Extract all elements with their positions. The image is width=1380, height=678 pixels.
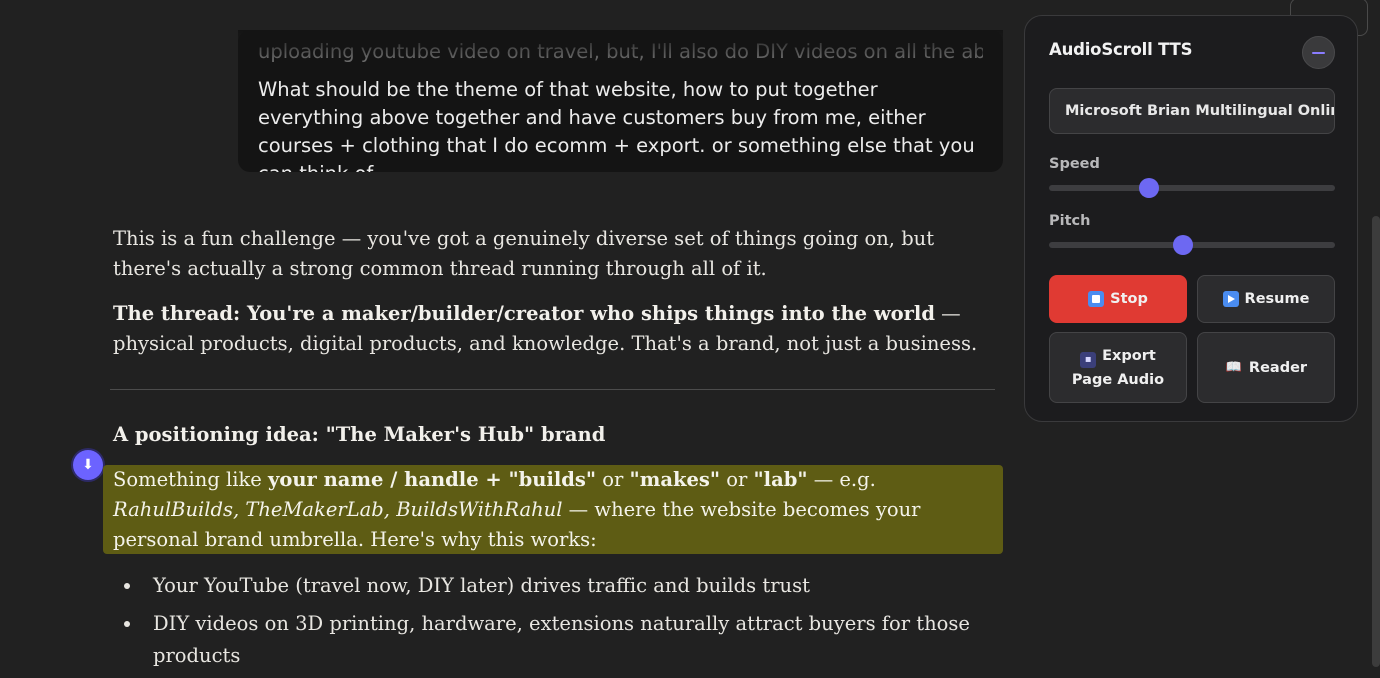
response-intro: This is a fun challenge — you've got a g… [113, 227, 935, 280]
minus-icon [1312, 51, 1325, 54]
reasons-list: Your YouTube (travel now, DIY later) dri… [113, 570, 993, 678]
hl-text: or [720, 468, 754, 491]
user-message-bubble: uploading youtube video on travel, but, … [238, 30, 1003, 172]
page-scrollbar[interactable] [1372, 216, 1380, 667]
resume-button[interactable]: Resume [1197, 275, 1335, 323]
play-icon [1222, 291, 1239, 307]
hl-text: Something like [113, 468, 269, 491]
hl-italic-examples: RahulBuilds, TheMakerLab, BuildsWithRahu… [113, 498, 563, 521]
user-message-text: What should be the theme of that website… [258, 78, 975, 172]
list-item: DIY videos on 3D printing, hardware, ext… [124, 608, 993, 672]
thread-bold-text: The thread: You're a maker/builder/creat… [113, 302, 935, 325]
section-heading: A positioning idea: "The Maker's Hub" br… [113, 423, 606, 446]
voice-select[interactable]: Microsoft Brian Multilingual Online (Nat… [1049, 88, 1335, 134]
export-page-audio-button[interactable]: ▪ Export Page Audio [1049, 332, 1187, 403]
pitch-label: Pitch [1049, 213, 1091, 229]
floppy-disk-icon: ▪ [1080, 351, 1097, 368]
speed-slider[interactable] [1049, 178, 1335, 198]
list-item: Your YouTube (travel now, DIY later) dri… [124, 570, 993, 602]
minimize-button[interactable] [1302, 36, 1335, 69]
book-icon: 📖 [1225, 359, 1243, 375]
hl-bold-name: your name / handle + "builds" [268, 468, 597, 491]
section-divider [110, 389, 995, 390]
hl-text: — e.g. [807, 468, 876, 491]
hl-bold-lab: "lab" [753, 468, 808, 491]
stop-icon [1088, 291, 1105, 307]
stop-button-label: Stop [1110, 291, 1148, 307]
speed-slider-thumb[interactable] [1139, 178, 1160, 198]
reader-button-label: Reader [1248, 359, 1308, 376]
assistant-response: This is a fun challenge — you've got a g… [113, 224, 993, 374]
hl-text: or [596, 468, 630, 491]
download-marker-icon[interactable]: ⬇ [73, 450, 103, 480]
tts-highlighted-paragraph: Something like your name / handle + "bui… [103, 465, 1003, 554]
stop-button[interactable]: Stop [1049, 275, 1187, 323]
panel-title: AudioScroll TTS [1049, 40, 1193, 59]
hl-bold-makes: "makes" [629, 468, 721, 491]
response-thread: The thread: You're a maker/builder/creat… [113, 299, 993, 359]
user-message-previous-line: uploading youtube video on travel, but, … [258, 40, 983, 63]
resume-button-label: Resume [1244, 291, 1310, 307]
reader-button[interactable]: 📖 Reader [1197, 332, 1335, 403]
pitch-slider[interactable] [1049, 235, 1335, 255]
tts-panel: AudioScroll TTS Microsoft Brian Multilin… [1024, 15, 1358, 422]
pitch-slider-thumb[interactable] [1173, 235, 1194, 255]
speed-label: Speed [1049, 156, 1100, 172]
